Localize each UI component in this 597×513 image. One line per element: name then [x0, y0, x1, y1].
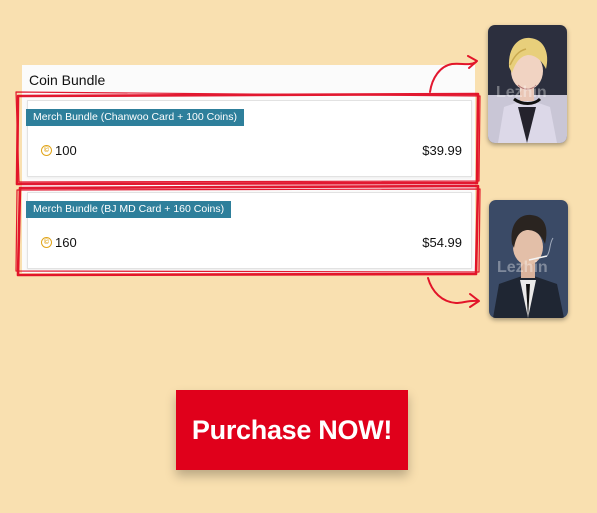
watermark: Lezhin	[497, 259, 548, 276]
bj-card-image: Lezhin	[489, 200, 568, 318]
chanwoo-card-image: Lezhin	[488, 25, 567, 143]
coin-icon: ©	[41, 237, 52, 248]
bundle-tag: Merch Bundle (BJ MD Card + 160 Coins)	[26, 201, 232, 218]
bundle-price: $54.99	[422, 235, 462, 250]
coin-amount: © 160	[41, 235, 77, 250]
coin-value: 100	[55, 143, 77, 158]
panel-title: Coin Bundle	[29, 72, 106, 88]
bundle-card-chanwoo[interactable]: Merch Bundle (Chanwoo Card + 100 Coins) …	[26, 100, 472, 177]
purchase-now-button[interactable]: Purchase NOW!	[176, 390, 408, 470]
coin-amount: © 100	[41, 143, 77, 158]
bundle-card-bj[interactable]: Merch Bundle (BJ MD Card + 160 Coins) © …	[26, 192, 472, 269]
coin-icon: ©	[41, 145, 52, 156]
coin-value: 160	[55, 235, 77, 250]
bundle-price: $39.99	[422, 143, 462, 158]
watermark: Lezhin	[496, 84, 547, 101]
bundle-tag: Merch Bundle (Chanwoo Card + 100 Coins)	[26, 109, 244, 126]
